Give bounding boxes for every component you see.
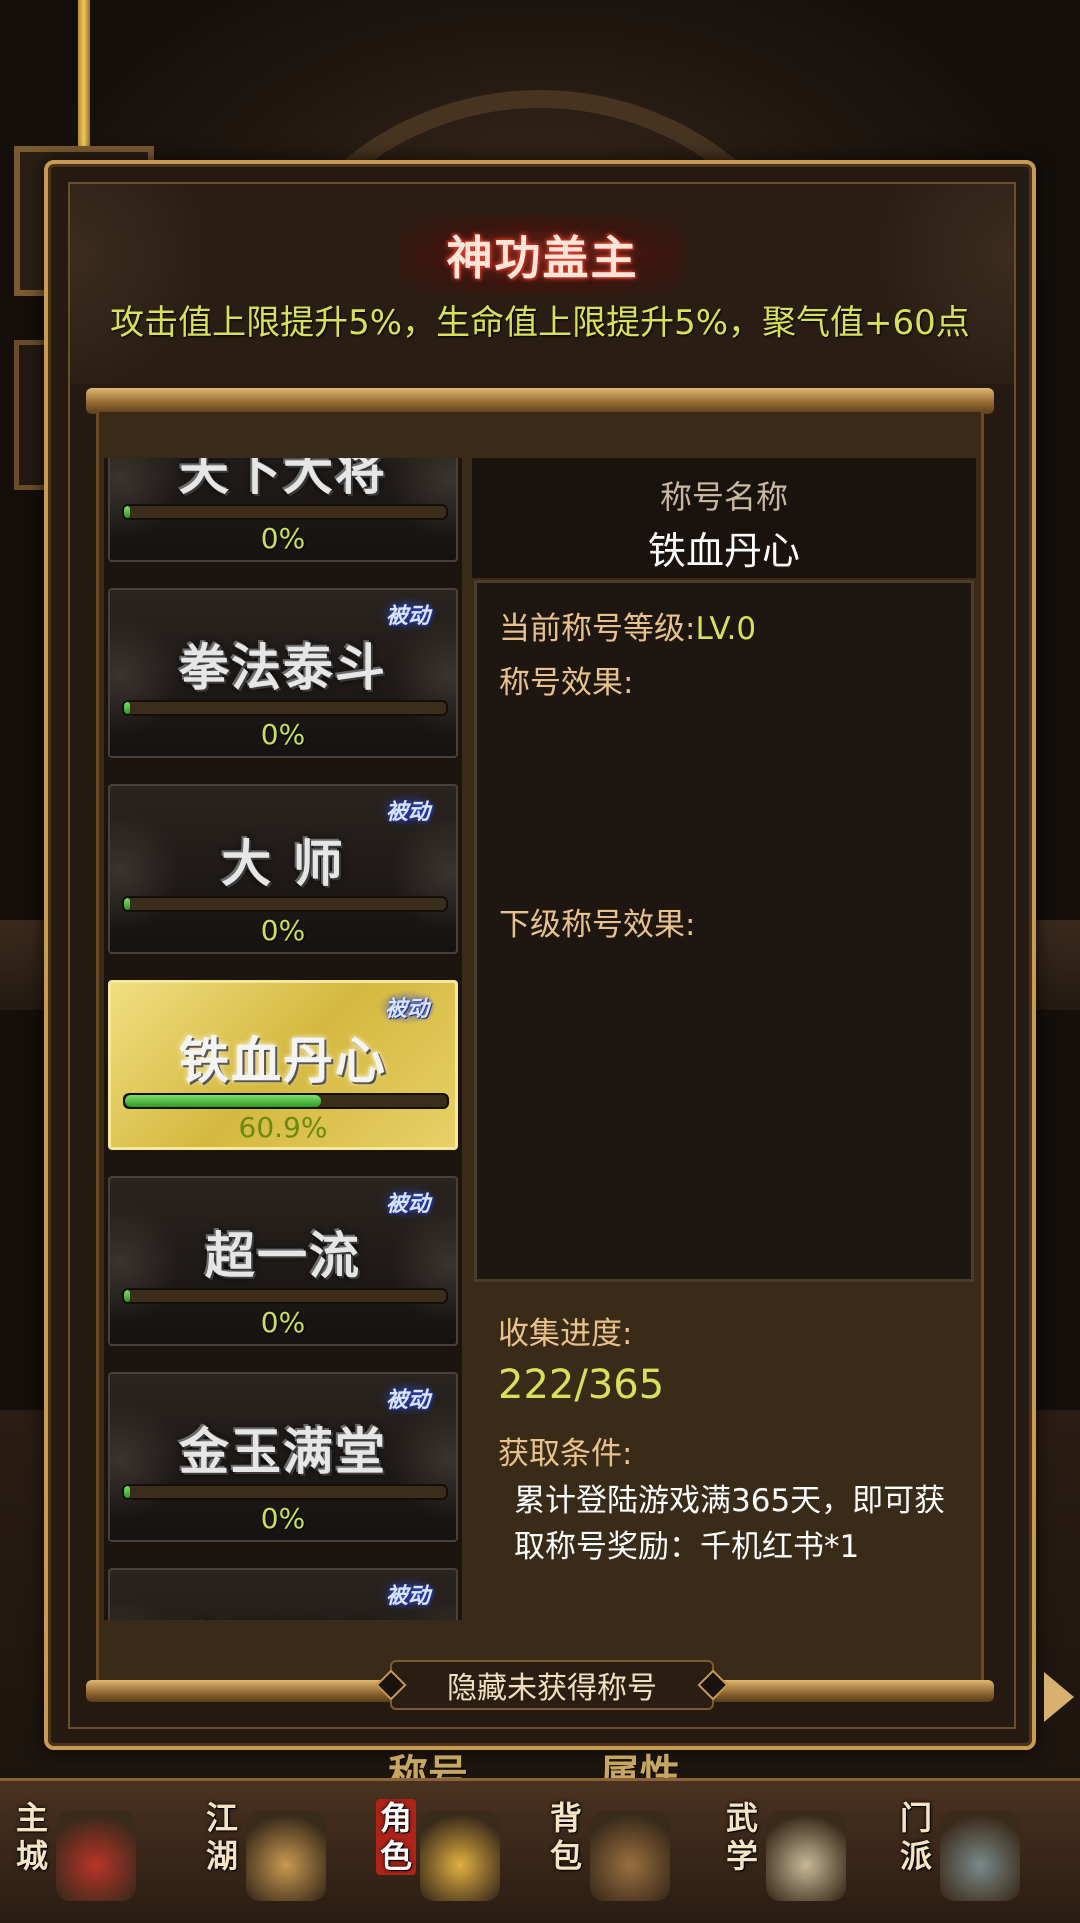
scroll-rod-top [86,388,994,414]
current-level-value: LV.0 [695,611,757,647]
title-card[interactable]: 超一流 被动 0% [108,1176,458,1346]
title-card-name: 大 师 [221,834,345,893]
progress-fill [124,702,131,714]
title-card[interactable]: 金刚降魔被动 [108,1568,458,1620]
title-name-value: 铁血丹心 [647,529,800,573]
title-list[interactable]: 天下大将 0% 拳法泰斗 被动 0% 大 师被动 0% 铁血丹心 被动 60.9% 超一流 被动 0% 金… [104,458,462,1620]
detail-header: 称号名称 铁血丹心 [472,458,976,578]
bottom-nav: 主城 江湖 角色 背包 武学 门派 [0,1778,1080,1923]
progress-fill [124,506,131,518]
progress-label: 0% [260,914,306,947]
sword-icon [246,1811,326,1901]
progress-label: 0% [260,1306,306,1339]
scene-pole [78,0,90,150]
passive-badge: 被动 [377,596,438,632]
title-card[interactable]: 大 师被动 0% [108,784,458,954]
title-card-name: 天下大将 [179,458,387,501]
palace-icon [56,1811,136,1901]
scroll-icon [420,1811,500,1901]
nav-label: 主城 [15,1799,48,1875]
title-effect-box: 当前称号等级:LV.0 称号效果: 下级称号效果: [474,580,974,1282]
hide-unobtained-button[interactable]: 隐藏未获得称号 [390,1660,714,1710]
banner-text: 神功盖主 [446,231,639,285]
current-level-line: 当前称号等级:LV.0 [499,603,756,648]
passive-badge: 被动 [376,989,437,1025]
collect-progress-value: 222/365 [498,1362,665,1408]
nav-item[interactable]: 角色 [370,1781,540,1923]
next-effect-label: 下级称号效果: [499,907,696,943]
progress-bar [122,1484,448,1500]
condition-label: 获取条件: [498,1436,633,1472]
nav-item[interactable]: 背包 [540,1781,710,1923]
passive-badge: 被动 [377,1576,438,1612]
nav-item[interactable]: 武学 [716,1781,886,1923]
title-card-name: 铁血丹心 [179,1031,387,1090]
title-card[interactable]: 天下大将 0% [108,458,458,562]
title-card[interactable]: 铁血丹心 被动 60.9% [108,980,458,1150]
progress-bar [123,1093,449,1109]
collect-progress-label: 收集进度: [498,1316,633,1352]
progress-bar [122,700,448,716]
passive-badge: 被动 [377,1184,438,1220]
progress-label: 0% [260,718,306,751]
passive-badge: 被动 [377,792,438,828]
progress-bar [122,896,448,912]
nav-item[interactable]: 门派 [890,1781,1060,1923]
nav-item[interactable]: 江湖 [196,1781,366,1923]
cauldron-icon [940,1811,1020,1901]
nav-item[interactable]: 主城 [6,1781,176,1923]
title-card[interactable]: 拳法泰斗 被动 0% [108,588,458,758]
progress-label: 0% [260,1502,306,1535]
book-icon [766,1811,846,1901]
title-card-name: 拳法泰斗 [179,638,387,697]
bonus-title-banner: 神功盖主 [400,215,685,295]
title-card-name: 超一流 [205,1226,361,1285]
bag-icon [590,1811,670,1901]
progress-label: 60.9% [238,1111,328,1144]
progress-fill [124,1290,131,1302]
title-card[interactable]: 金玉满堂 被动 0% [108,1372,458,1542]
nav-label: 江湖 [205,1799,238,1875]
progress-bar [122,504,448,520]
hide-unobtained-label: 隐藏未获得称号 [447,1671,657,1706]
passive-badge: 被动 [377,1380,438,1416]
bonus-description: 攻击值上限提升5%，生命值上限提升5%，聚气值+60点 [110,303,970,343]
current-level-label: 当前称号等级: [499,611,696,647]
nav-label: 武学 [725,1799,758,1875]
title-name-label: 称号名称 [659,478,788,516]
title-card-name: 金玉满堂 [179,1422,387,1481]
progress-fill [125,1095,322,1107]
nav-label: 角色 [376,1799,416,1875]
nav-label: 背包 [549,1799,582,1875]
nav-label: 门派 [899,1799,932,1875]
condition-text: 累计登陆游戏满365天，即可获取称号奖励：千机红书*1 [514,1483,946,1565]
progress-bar [122,1288,448,1304]
progress-fill [124,1486,131,1498]
effect-label: 称号效果: [499,665,634,701]
progress-label: 0% [260,522,306,555]
progress-fill [124,898,131,910]
